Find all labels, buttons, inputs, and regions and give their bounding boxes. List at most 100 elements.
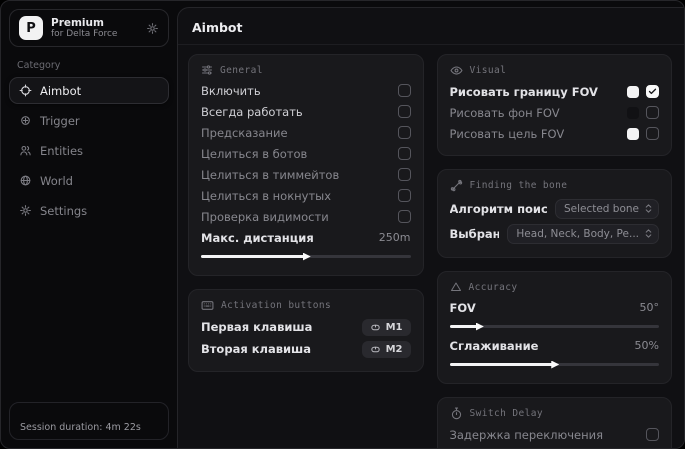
color-swatch[interactable]	[627, 128, 639, 140]
setting-label: Задержка переключения	[450, 428, 603, 442]
slider-thumb[interactable]	[551, 361, 559, 369]
main-header: Aimbot	[178, 8, 684, 45]
crosshair-icon	[19, 84, 32, 97]
setting-row: Включить	[201, 80, 411, 101]
slider-thumb[interactable]	[303, 253, 311, 261]
checkbox[interactable]	[646, 106, 659, 119]
visual-label: Рисовать цель FOV	[450, 127, 565, 141]
brand-card: P Premium for Delta Force	[9, 9, 169, 47]
trigger-icon	[19, 114, 32, 127]
gear-icon[interactable]	[146, 22, 159, 35]
session-duration-text: Session duration: 4m 22s	[20, 422, 141, 433]
slider-label-row: Задержка переключения (мс) 1000 ms	[450, 445, 660, 448]
visual-row: Рисовать границу FOV	[450, 81, 660, 102]
checkbox[interactable]	[398, 84, 411, 97]
checkbox[interactable]	[646, 85, 659, 98]
setting-row: Проверка видимости	[201, 206, 411, 227]
slider-value: 250m	[379, 231, 411, 244]
page-title: Aimbot	[192, 20, 670, 35]
sidebar-item-settings[interactable]: Settings	[9, 197, 169, 224]
sidebar-item-label: Trigger	[40, 114, 80, 128]
panel-title: Visual	[470, 65, 507, 76]
setting-label: Предсказание	[201, 126, 288, 140]
select-value: Selected bone	[564, 203, 639, 215]
slider-label: Сглаживание	[450, 339, 539, 353]
fov-slider[interactable]	[450, 322, 660, 331]
sidebar-item-label: Aimbot	[40, 84, 81, 98]
bone-row: Алгоритм поиска кост Selected bone	[450, 196, 660, 221]
visual-label: Рисовать границу FOV	[450, 85, 598, 99]
entities-icon	[19, 144, 32, 157]
panel-title: Accuracy	[469, 282, 518, 293]
triangle-icon	[450, 281, 462, 293]
bone-algorithm-select[interactable]: Selected bone	[555, 199, 659, 219]
slider-value: 50°	[640, 301, 660, 314]
checkbox[interactable]	[398, 189, 411, 202]
sidebar-item-label: World	[40, 174, 73, 188]
right-column: Visual Рисовать границу FOV Рисовать фон…	[437, 54, 673, 448]
panel-general: General Включить Всегда работать Предска…	[188, 54, 424, 276]
app-window: P Premium for Delta Force Category Aimbo…	[0, 0, 685, 449]
select-value: Head, Neck, Body, Pe...	[516, 228, 639, 240]
mouse-icon	[370, 322, 381, 333]
keybind-label: Вторая клавиша	[201, 342, 311, 356]
sidebar-item-aimbot[interactable]: Aimbot	[9, 77, 169, 104]
main-area: Aimbot General Включить	[177, 7, 684, 448]
checkbox[interactable]	[646, 428, 659, 441]
color-swatch[interactable]	[627, 86, 639, 98]
sidebar-item-label: Entities	[40, 144, 83, 158]
setting-row: Целиться в нокнутых	[201, 185, 411, 206]
sidebar: P Premium for Delta Force Category Aimbo…	[1, 1, 177, 448]
sidebar-item-trigger[interactable]: Trigger	[9, 107, 169, 134]
smoothing-slider[interactable]	[450, 360, 660, 369]
slider-label-row: FOV 50°	[450, 297, 660, 318]
checkbox[interactable]	[646, 127, 659, 140]
panel-title: Activation buttons	[221, 300, 331, 311]
brand-subtitle: for Delta Force	[51, 29, 117, 39]
max-distance-slider[interactable]	[201, 252, 411, 261]
slider-label: FOV	[450, 301, 476, 315]
checkbox[interactable]	[398, 210, 411, 223]
keybind-value: M2	[386, 344, 403, 355]
checkbox[interactable]	[398, 126, 411, 139]
checkbox[interactable]	[398, 105, 411, 118]
slider-thumb[interactable]	[476, 323, 484, 331]
setting-label: Всегда работать	[201, 105, 303, 119]
slider-value: 50%	[635, 339, 659, 352]
panel-title: Switch Delay	[470, 408, 543, 419]
sidebar-item-world[interactable]: World	[9, 167, 169, 194]
session-card: Session duration: 4m 22s	[9, 402, 169, 440]
sliders-icon	[201, 64, 213, 76]
setting-label: Включить	[201, 84, 261, 98]
keyboard-icon	[201, 299, 214, 312]
mouse-icon	[370, 344, 381, 355]
panel-title: Finding the bone	[470, 180, 568, 191]
keybind-label: Первая клавиша	[201, 320, 312, 334]
category-label: Category	[17, 60, 169, 71]
brand-logo: P	[19, 16, 43, 40]
checkbox[interactable]	[398, 147, 411, 160]
panel-finding-the-bone: Finding the bone Алгоритм поиска кост Se…	[437, 169, 673, 258]
setting-label: Целиться в ботов	[201, 147, 307, 161]
keybind-button[interactable]: M1	[362, 319, 411, 336]
keybind-value: M1	[386, 322, 403, 333]
slider-label: Макс. дистанция	[201, 231, 314, 245]
sidebar-item-label: Settings	[40, 204, 87, 218]
selected-bones-select[interactable]: Head, Neck, Body, Pe...	[507, 224, 659, 244]
panel-accuracy: Accuracy FOV 50° Сглаживание 50%	[437, 271, 673, 384]
chevrons-up-down-icon	[643, 203, 654, 214]
checkbox[interactable]	[398, 168, 411, 181]
visual-label: Рисовать фон FOV	[450, 106, 560, 120]
color-swatch[interactable]	[627, 107, 639, 119]
bone-icon	[450, 179, 463, 192]
setting-row: Целиться в тиммейтов	[201, 164, 411, 185]
sidebar-item-entities[interactable]: Entities	[9, 137, 169, 164]
visual-row: Рисовать фон FOV	[450, 102, 660, 123]
slider-label-row: Сглаживание 50%	[450, 335, 660, 356]
keybind-button[interactable]: M2	[362, 341, 411, 358]
eye-icon	[450, 64, 463, 77]
left-column: General Включить Всегда работать Предска…	[188, 54, 424, 385]
keybind-row: Первая клавиша M1	[201, 316, 411, 338]
brand-title: Premium	[51, 17, 117, 29]
setting-label: Целиться в нокнутых	[201, 189, 331, 203]
